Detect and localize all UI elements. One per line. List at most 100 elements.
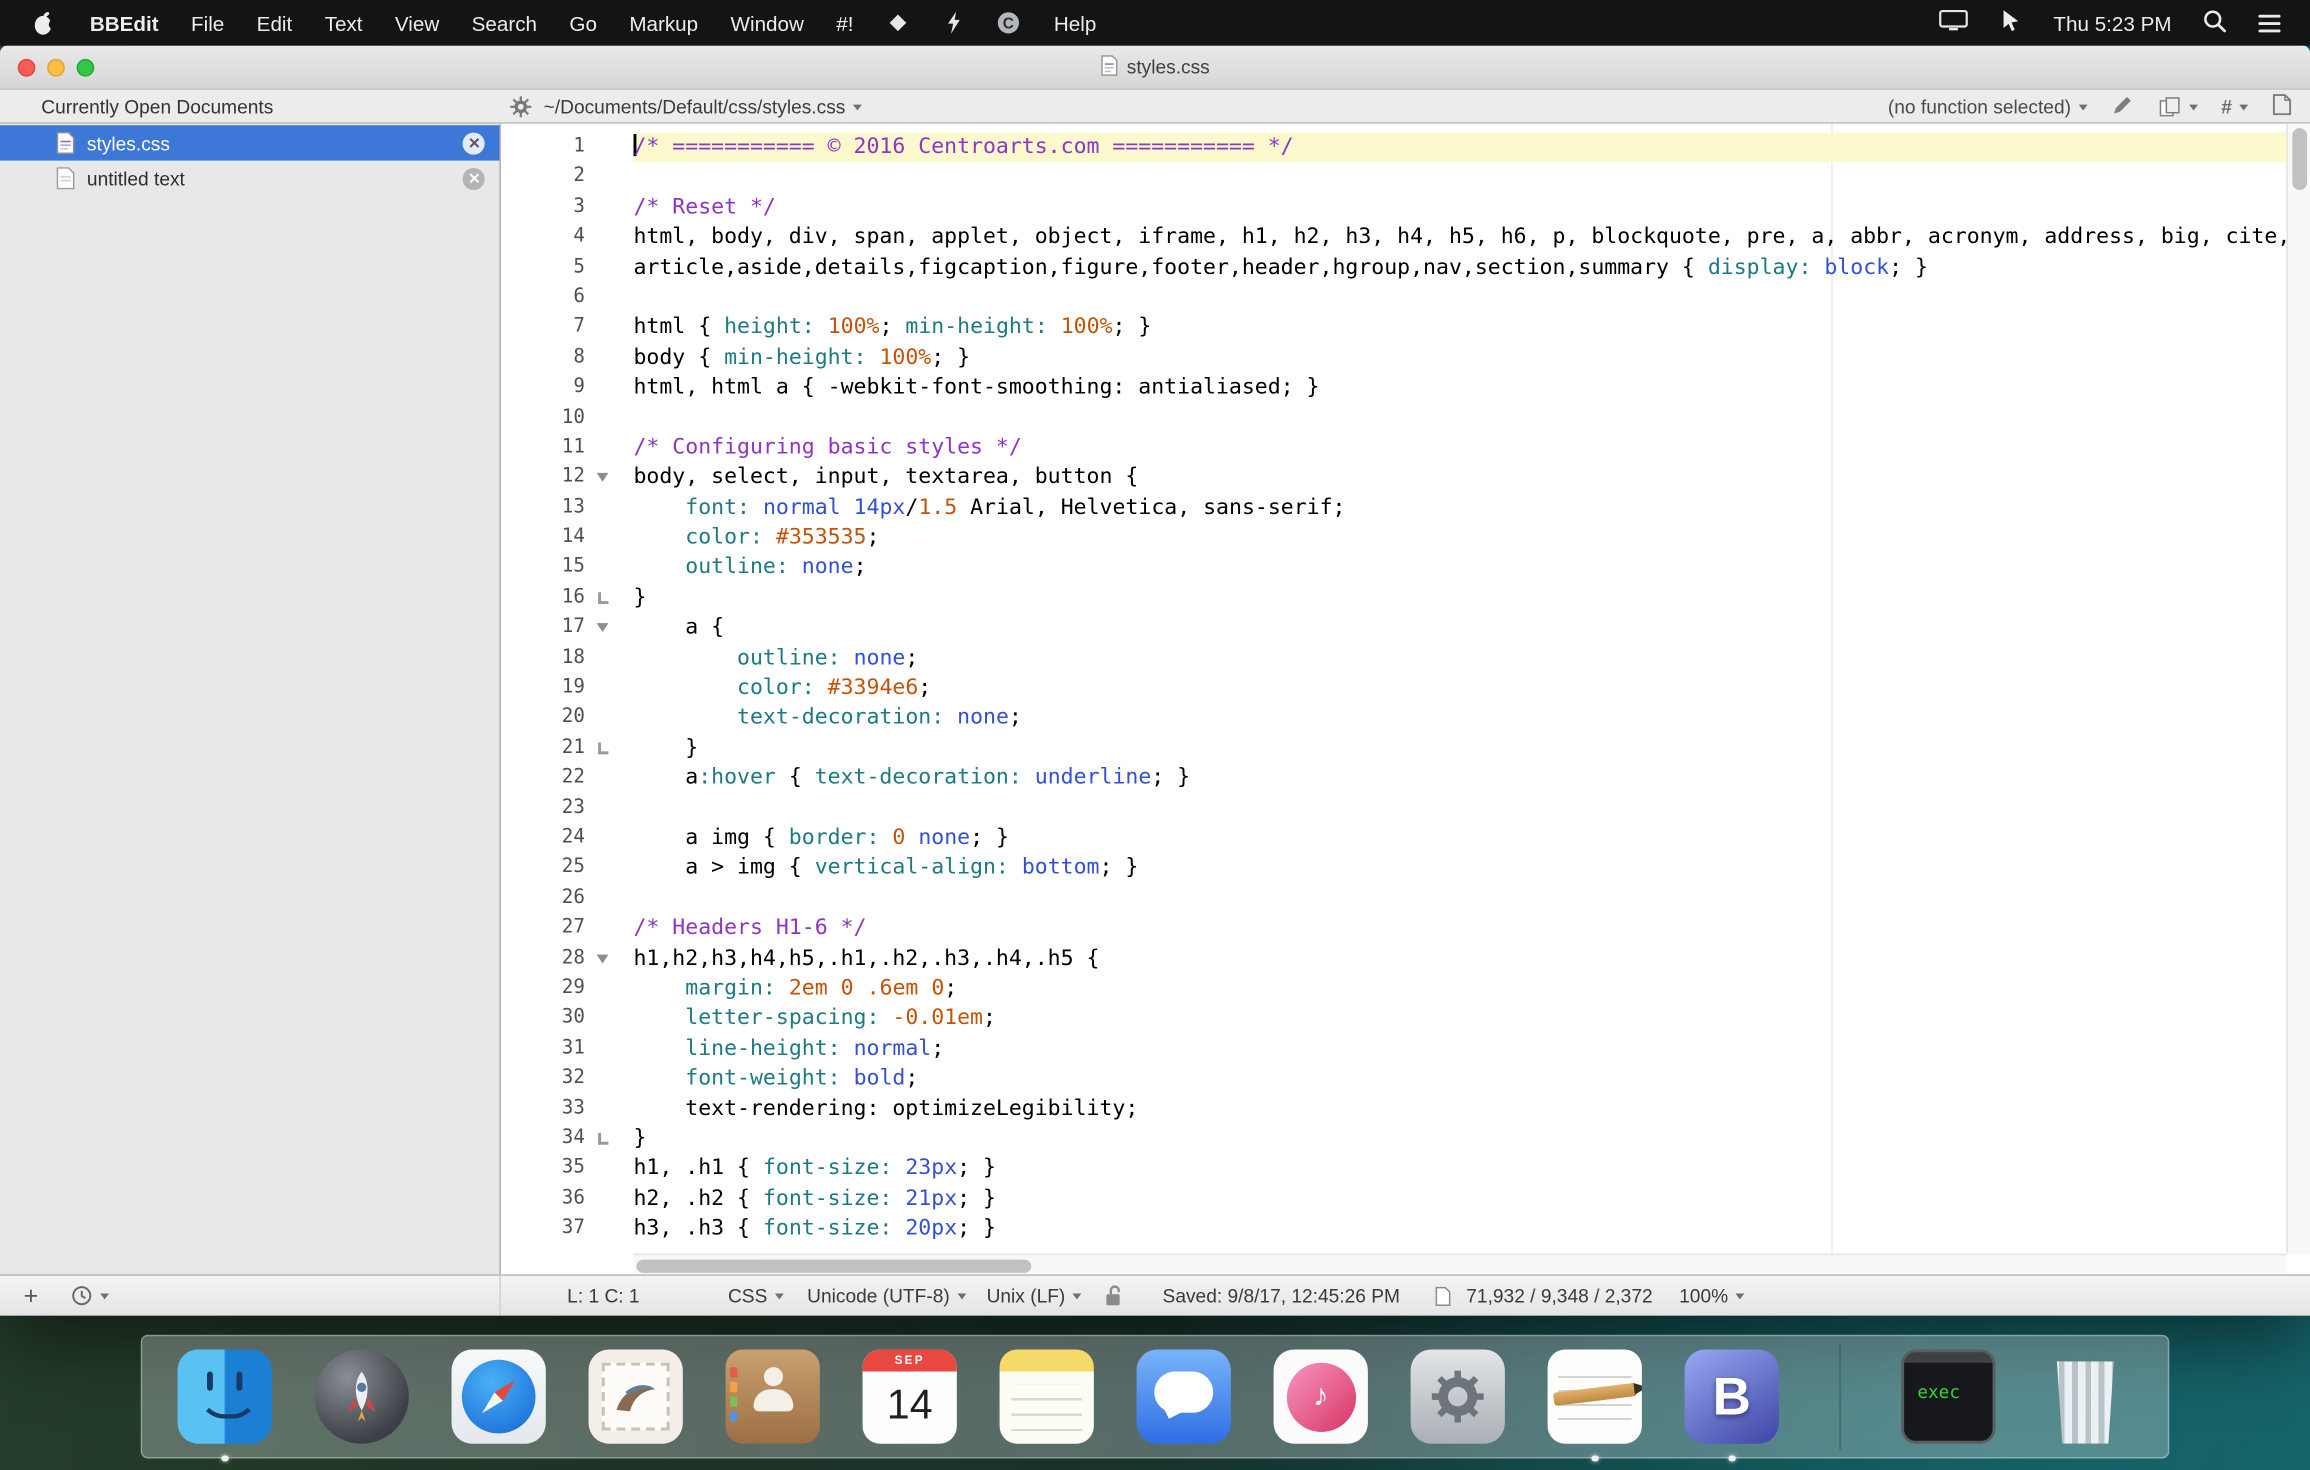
fold-open-marker[interactable] <box>585 613 634 643</box>
document-proxy-icon[interactable] <box>1100 54 1118 81</box>
gear-icon[interactable] <box>510 95 532 117</box>
code-line-34[interactable]: 34} <box>501 1124 2287 1154</box>
fold-open-marker[interactable] <box>585 944 634 974</box>
dock-finder[interactable] <box>178 1349 272 1443</box>
code-line-11[interactable]: 11/* Configuring basic styles */ <box>501 433 2287 463</box>
dock-safari[interactable] <box>452 1349 546 1443</box>
pencil-edit-icon[interactable] <box>2111 92 2135 120</box>
scripts-menu-icon[interactable] <box>927 10 980 35</box>
code-line-30[interactable]: 30 letter-spacing: -0.01em; <box>501 1004 2287 1034</box>
dock-mail[interactable] <box>589 1349 683 1443</box>
code-line-5[interactable]: 5article,aside,details,figcaption,figure… <box>501 253 2287 283</box>
code-line-15[interactable]: 15 outline: none; <box>501 553 2287 583</box>
c-circle-menu-icon[interactable]: C <box>980 10 1037 35</box>
code-line-16[interactable]: 16} <box>501 583 2287 613</box>
code-line-6[interactable]: 6 <box>501 283 2287 313</box>
code-line-29[interactable]: 29 margin: 2em 0 .6em 0; <box>501 974 2287 1004</box>
close-document-icon[interactable] <box>463 132 485 154</box>
code-line-12[interactable]: 12body, select, input, textarea, button … <box>501 463 2287 493</box>
sidebar-item-styles-css[interactable]: styles.css <box>0 125 499 160</box>
menu-markup[interactable]: Markup <box>613 11 714 35</box>
unlocked-icon[interactable] <box>1105 1285 1124 1307</box>
diamond-script-menu-icon[interactable] <box>870 10 927 35</box>
code-line-35[interactable]: 35h1, .h1 { font-size: 23px; } <box>501 1154 2287 1184</box>
language-menu[interactable]: CSS <box>728 1285 784 1307</box>
menu-bar-clock[interactable]: Thu 5:23 PM <box>2053 11 2171 35</box>
dock-notes[interactable] <box>1000 1349 1094 1443</box>
display-menu-icon[interactable] <box>1939 9 1968 37</box>
text-editor[interactable]: 1/* =========== © 2016 Centroarts.com ==… <box>501 124 2310 1275</box>
code-line-1[interactable]: 1/* =========== © 2016 Centroarts.com ==… <box>501 133 2287 163</box>
dock-calendar[interactable]: SEP 14 <box>863 1349 957 1443</box>
spotlight-search-icon[interactable] <box>2202 8 2227 37</box>
code-line-32[interactable]: 32 font-weight: bold; <box>501 1064 2287 1094</box>
code-line-26[interactable]: 26 <box>501 884 2287 914</box>
title-bar[interactable]: styles.css <box>0 46 2310 90</box>
code-line-14[interactable]: 14 color: #353535; <box>501 523 2287 553</box>
code-line-13[interactable]: 13 font: normal 14px/1.5 Arial, Helvetic… <box>501 493 2287 523</box>
horizontal-scrollbar[interactable] <box>633 1254 2286 1275</box>
apple-menu-icon[interactable] <box>32 10 56 37</box>
file-path-menu[interactable]: ~/Documents/Default/css/styles.css <box>544 95 862 117</box>
code-line-33[interactable]: 33 text-rendering: optimizeLegibility; <box>501 1094 2287 1124</box>
dock-messages[interactable] <box>1137 1349 1231 1443</box>
code-line-21[interactable]: 21 } <box>501 733 2287 763</box>
dock-bbedit[interactable]: B <box>1685 1349 1779 1443</box>
pointer-menu-icon[interactable] <box>1999 8 2023 37</box>
dock-contacts[interactable] <box>726 1349 820 1443</box>
menu-view[interactable]: View <box>379 11 456 35</box>
recent-documents-menu[interactable] <box>71 1285 109 1307</box>
dock-system-preferences[interactable] <box>1411 1349 1505 1443</box>
code-line-17[interactable]: 17 a { <box>501 613 2287 643</box>
menu-text[interactable]: Text <box>308 11 378 35</box>
code-line-37[interactable]: 37h3, .h3 { font-size: 20px; } <box>501 1214 2287 1244</box>
code-line-18[interactable]: 18 outline: none; <box>501 643 2287 673</box>
vertical-scrollbar[interactable] <box>2286 124 2310 1254</box>
sidebar-item-untitled-text[interactable]: untitled text <box>0 161 499 196</box>
code-line-2[interactable]: 2 <box>501 163 2287 193</box>
horizontal-scrollbar-thumb[interactable] <box>636 1259 1031 1272</box>
dock-launchpad[interactable] <box>315 1349 409 1443</box>
menu-edit[interactable]: Edit <box>240 11 308 35</box>
dock-textedit[interactable] <box>1548 1349 1642 1443</box>
vertical-scrollbar-thumb[interactable] <box>2292 128 2307 190</box>
notification-center-icon[interactable] <box>2258 10 2280 37</box>
function-selector[interactable]: (no function selected) <box>1888 95 2087 117</box>
fold-open-marker[interactable] <box>585 463 634 493</box>
code-line-22[interactable]: 22 a:hover { text-decoration: underline;… <box>501 763 2287 793</box>
encoding-menu[interactable]: Unicode (UTF-8) <box>807 1285 966 1307</box>
zoom-menu[interactable]: 100% <box>1679 1285 1744 1307</box>
menu-search[interactable]: Search <box>455 11 553 35</box>
code-line-27[interactable]: 27/* Headers H1-6 */ <box>501 914 2287 944</box>
code-line-36[interactable]: 36h2, .h2 { font-size: 21px; } <box>501 1184 2287 1214</box>
code-line-8[interactable]: 8body { min-height: 100%; } <box>501 343 2287 373</box>
code-line-20[interactable]: 20 text-decoration: none; <box>501 703 2287 733</box>
menu-bbedit[interactable]: BBEdit <box>74 11 175 35</box>
code-line-4[interactable]: 4html, body, div, span, applet, object, … <box>501 223 2287 253</box>
code-line-9[interactable]: 9html, html a { -webkit-font-smoothing: … <box>501 373 2287 403</box>
dock-itunes[interactable]: ♪ <box>1274 1349 1368 1443</box>
add-document-button[interactable]: + <box>24 1283 39 1308</box>
menu-go[interactable]: Go <box>553 11 613 35</box>
line-ending-menu[interactable]: Unix (LF) <box>987 1285 1082 1307</box>
close-window-button[interactable] <box>18 59 36 77</box>
code-line-31[interactable]: 31 line-height: normal; <box>501 1034 2287 1064</box>
dock-trash[interactable] <box>2038 1349 2132 1443</box>
code-line-24[interactable]: 24 a img { border: 0 none; } <box>501 824 2287 854</box>
code-line-7[interactable]: 7html { height: 100%; min-height: 100%; … <box>501 313 2287 343</box>
menu-window[interactable]: Window <box>714 11 820 35</box>
minimize-window-button[interactable] <box>47 59 65 77</box>
code-line-25[interactable]: 25 a > img { vertical-align: bottom; } <box>501 854 2287 884</box>
menu-help[interactable]: Help <box>1038 11 1113 35</box>
code-line-10[interactable]: 10 <box>501 403 2287 433</box>
markers-menu[interactable]: # <box>2221 95 2248 117</box>
menu-file[interactable]: File <box>175 11 241 35</box>
new-document-icon[interactable] <box>2272 92 2293 120</box>
code-line-19[interactable]: 19 color: #3394e6; <box>501 673 2287 703</box>
zoom-window-button[interactable] <box>77 59 95 77</box>
menu-shebang[interactable]: #! <box>820 11 870 35</box>
documents-stack-icon[interactable] <box>2158 95 2198 117</box>
dock-terminal[interactable]: exec <box>1901 1349 1995 1443</box>
code-line-3[interactable]: 3/* Reset */ <box>501 193 2287 223</box>
code-line-28[interactable]: 28h1,h2,h3,h4,h5,.h1,.h2,.h3,.h4,.h5 { <box>501 944 2287 974</box>
